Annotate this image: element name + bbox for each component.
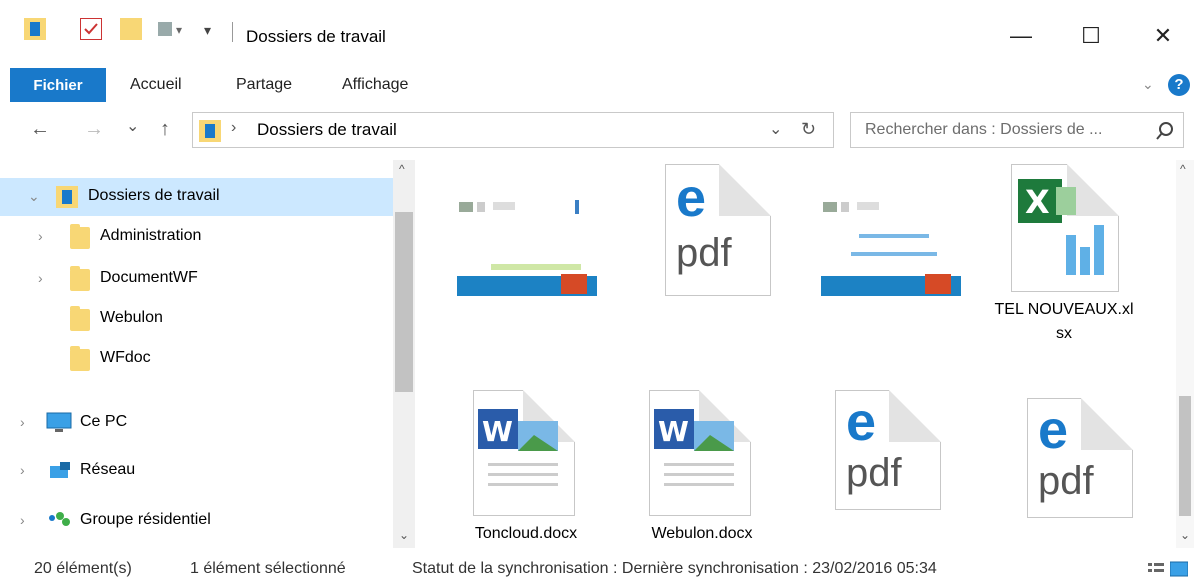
pdf-icon: e pdf bbox=[1027, 398, 1133, 518]
work-folders-icon bbox=[56, 186, 78, 208]
chevron-right-icon[interactable]: › bbox=[38, 270, 43, 286]
view-options-icon[interactable]: ▾ bbox=[158, 18, 182, 40]
minimize-button[interactable]: — bbox=[996, 18, 1046, 54]
nav-item-label: Administration bbox=[100, 227, 202, 244]
nav-item-label: Groupe résidentiel bbox=[80, 511, 211, 528]
path-separator: › bbox=[231, 119, 237, 136]
nav-item-this-pc[interactable]: › Ce PC bbox=[0, 404, 393, 442]
details-view-icon[interactable] bbox=[1148, 561, 1164, 582]
nav-item-label: Ce PC bbox=[80, 413, 128, 430]
tab-partage[interactable]: Partage bbox=[236, 76, 292, 94]
checkmark-icon[interactable] bbox=[80, 18, 102, 40]
maximize-button[interactable]: ☐ bbox=[1066, 18, 1116, 54]
large-icons-view-icon[interactable] bbox=[1169, 561, 1189, 582]
window-title: Dossiers de travail bbox=[246, 27, 386, 46]
folder-icon bbox=[70, 224, 90, 249]
search-input[interactable]: Rechercher dans : Dossiers de ... bbox=[850, 112, 1184, 148]
file-item-toncloud-docx[interactable]: W Toncloud.docx bbox=[451, 386, 601, 548]
nav-root-dossiers-de-travail[interactable]: ⌄ Dossiers de travail bbox=[0, 178, 393, 216]
search-icon bbox=[1155, 121, 1175, 146]
address-bar[interactable]: › Dossiers de travail ⌄ ↻ bbox=[192, 112, 834, 148]
pptx-thumbnail bbox=[815, 190, 965, 300]
navigation-pane: ⌄ Dossiers de travail › Administration ›… bbox=[0, 160, 415, 548]
homegroup-icon bbox=[46, 510, 72, 537]
nav-item-label: Webulon bbox=[100, 309, 163, 326]
nav-item-webulon[interactable]: Webulon bbox=[0, 300, 393, 338]
status-bar: 20 élément(s) 1 élément sélectionné Stat… bbox=[0, 556, 1194, 583]
tab-affichage[interactable]: Affichage bbox=[342, 76, 408, 94]
chevron-right-icon[interactable]: › bbox=[20, 512, 25, 528]
tab-accueil[interactable]: Accueil bbox=[130, 76, 182, 94]
nav-item-wfdoc[interactable]: WFdoc bbox=[0, 340, 393, 378]
nav-item-label: Réseau bbox=[80, 461, 136, 478]
nav-item-label: WFdoc bbox=[100, 349, 151, 366]
network-icon bbox=[46, 460, 72, 487]
ribbon-tabs: Fichier Accueil Partage Affichage ⌄ ? bbox=[0, 68, 1194, 102]
nav-item-network[interactable]: › Réseau bbox=[0, 452, 393, 490]
nav-item-administration[interactable]: › Administration bbox=[0, 218, 393, 256]
back-button[interactable]: ← bbox=[30, 118, 50, 141]
expand-ribbon-icon[interactable]: ⌄ bbox=[1142, 76, 1154, 93]
folder-icon bbox=[70, 306, 90, 331]
nav-item-homegroup[interactable]: › Groupe résidentiel bbox=[0, 502, 393, 540]
file-item-webulon-docx[interactable]: W Webulon.docx bbox=[627, 386, 777, 548]
title-bar: ▾ ▾ Dossiers de travail — ☐ ✕ bbox=[0, 0, 1194, 58]
tab-fichier[interactable]: Fichier bbox=[10, 68, 106, 102]
selection-count: 1 élément sélectionné bbox=[190, 560, 346, 577]
nav-item-documentwf[interactable]: › DocumentWF bbox=[0, 260, 393, 298]
chevron-down-icon[interactable]: ⌄ bbox=[28, 188, 40, 205]
refresh-icon[interactable]: ↻ bbox=[801, 119, 816, 140]
pdf-icon: e pdf bbox=[835, 390, 941, 510]
file-item-pdf-1[interactable]: e pdf bbox=[643, 160, 793, 340]
search-placeholder: Rechercher dans : Dossiers de ... bbox=[865, 121, 1103, 138]
word-icon: W bbox=[649, 390, 751, 516]
file-caption: TEL NOUVEAUX.xlsx bbox=[994, 301, 1134, 342]
word-icon: W bbox=[473, 390, 575, 516]
excel-icon: X bbox=[1011, 164, 1119, 292]
folder-icon bbox=[70, 266, 90, 291]
chevron-right-icon[interactable]: › bbox=[20, 414, 25, 430]
pdf-icon: e pdf bbox=[665, 164, 771, 296]
scroll-down-icon[interactable]: ⌄ bbox=[399, 528, 409, 542]
folder-icon bbox=[70, 346, 90, 371]
file-item-presentation-1[interactable] bbox=[451, 160, 601, 340]
scroll-up-icon[interactable]: ^ bbox=[399, 162, 405, 176]
title-separator bbox=[232, 22, 233, 42]
pptx-thumbnail bbox=[451, 190, 601, 300]
customize-qat-icon[interactable]: ▾ bbox=[204, 22, 211, 39]
nav-scroll-thumb[interactable] bbox=[395, 212, 413, 392]
svg-text:▾: ▾ bbox=[176, 23, 182, 37]
file-caption: Webulon.docx bbox=[651, 525, 753, 542]
file-caption: Toncloud.docx bbox=[474, 525, 578, 542]
location-icon bbox=[199, 120, 221, 142]
sync-status: Statut de la synchronisation : Dernière … bbox=[412, 560, 937, 577]
file-item-tel-nouveaux-xlsx[interactable]: X TEL NOUVEAUX.xlsx bbox=[989, 160, 1139, 390]
scroll-down-icon[interactable]: ⌄ bbox=[1180, 528, 1190, 542]
scroll-up-icon[interactable]: ^ bbox=[1180, 162, 1186, 176]
file-item-pdf-2[interactable]: e pdf bbox=[813, 386, 963, 548]
breadcrumb[interactable]: Dossiers de travail bbox=[257, 120, 397, 140]
up-button[interactable]: ↑ bbox=[160, 118, 170, 141]
svg-text:W: W bbox=[658, 415, 689, 448]
file-item-presentation-2[interactable] bbox=[815, 160, 965, 340]
new-folder-icon[interactable] bbox=[120, 18, 142, 40]
nav-root-label: Dossiers de travail bbox=[88, 187, 220, 204]
help-icon[interactable]: ? bbox=[1168, 74, 1190, 96]
address-dropdown-icon[interactable]: ⌄ bbox=[769, 119, 782, 139]
svg-text:X: X bbox=[1025, 183, 1050, 221]
chevron-right-icon[interactable]: › bbox=[38, 228, 43, 244]
address-row: ← → ⌄ ↑ › Dossiers de travail ⌄ ↻ Recher… bbox=[0, 112, 1194, 152]
chevron-right-icon[interactable]: › bbox=[20, 462, 25, 478]
folder-properties-icon[interactable] bbox=[24, 18, 46, 40]
recent-locations-button[interactable]: ⌄ bbox=[126, 116, 139, 136]
close-button[interactable]: ✕ bbox=[1138, 18, 1188, 54]
computer-icon bbox=[46, 412, 72, 439]
content-scroll-thumb[interactable] bbox=[1179, 396, 1191, 516]
forward-button[interactable]: → bbox=[84, 118, 104, 141]
file-view: e pdf X TEL NOUVEAUX.xlsx W Toncloud.doc… bbox=[415, 160, 1194, 548]
item-count: 20 élément(s) bbox=[34, 560, 132, 577]
svg-text:W: W bbox=[482, 415, 513, 448]
nav-item-label: DocumentWF bbox=[100, 269, 198, 286]
file-item-pdf-3[interactable]: e pdf bbox=[1005, 386, 1155, 548]
